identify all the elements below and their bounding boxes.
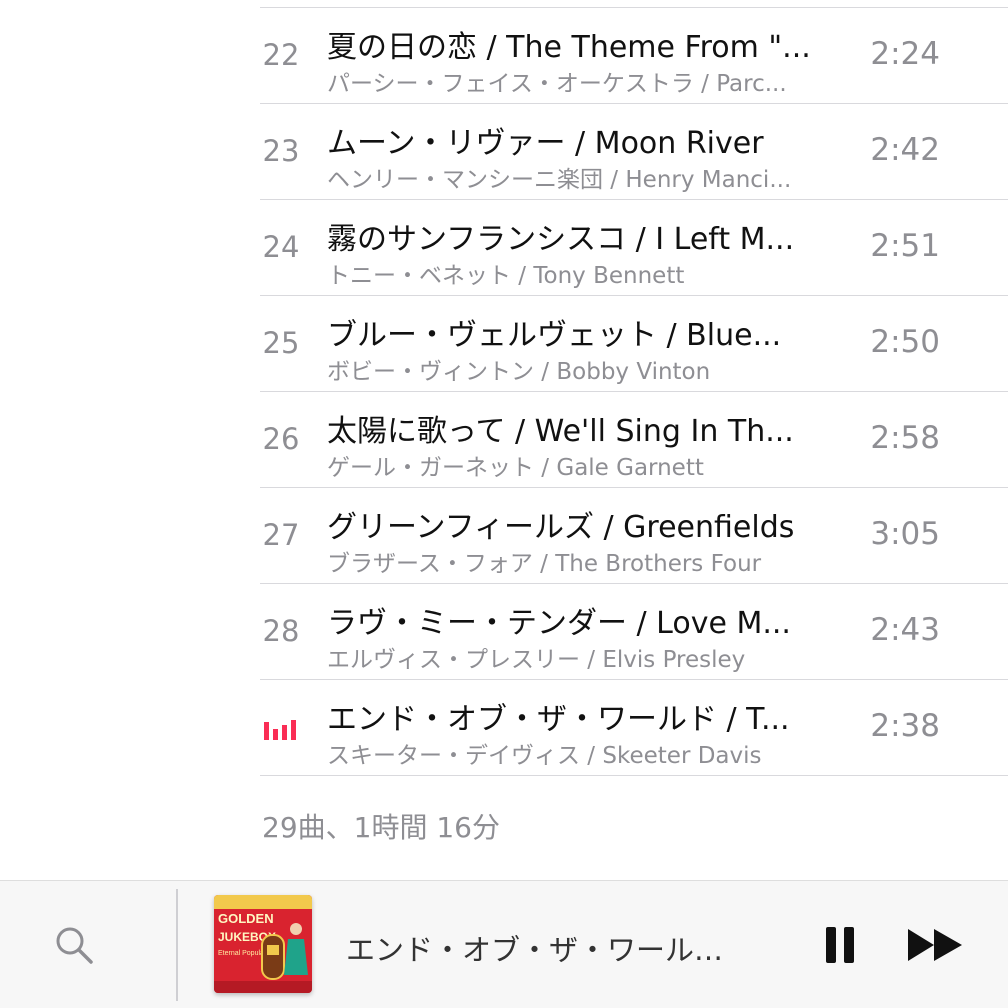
- track-duration: 2:51: [870, 228, 940, 264]
- track-number: 24: [262, 230, 300, 264]
- album-summary: 29曲、1時間 16分: [262, 811, 500, 844]
- now-playing-title[interactable]: エンド・オブ・ザ・ワール…: [346, 927, 766, 969]
- divider: [176, 889, 178, 1001]
- track-row-now-playing[interactable]: エンド・オブ・ザ・ワールド / T... スキーター・デイヴィス / Skeet…: [260, 680, 1008, 776]
- track-title: 霧のサンフランシスコ / I Left M...: [327, 222, 795, 257]
- track-number: 26: [262, 422, 300, 456]
- track-row[interactable]: 28 ラヴ・ミー・テンダー / Love M... エルヴィス・プレスリー / …: [260, 584, 1008, 680]
- track-number: 25: [262, 326, 300, 360]
- track-duration: 2:58: [870, 420, 940, 456]
- track-artist: ボビー・ヴィントン / Bobby Vinton: [327, 359, 711, 385]
- track-title: 太陽に歌って / We'll Sing In Th...: [327, 414, 794, 449]
- track-title: グリーンフィールズ / Greenfields: [327, 510, 795, 545]
- track-row[interactable]: 26 太陽に歌って / We'll Sing In Th... ゲール・ガーネッ…: [260, 392, 1008, 488]
- track-duration: 2:43: [870, 612, 940, 648]
- track-artist: スキーター・デイヴィス / Skeeter Davis: [327, 743, 762, 769]
- track-number: 22: [262, 38, 300, 72]
- track-title: ブルー・ヴェルヴェット / Blue...: [327, 318, 782, 353]
- album-track-list-screen: 22 夏の日の恋 / The Theme From "... パーシー・フェイス…: [0, 0, 1008, 1008]
- search-icon[interactable]: [54, 925, 94, 965]
- track-duration: 2:50: [870, 324, 940, 360]
- track-row[interactable]: 27 グリーンフィールズ / Greenfields ブラザース・フォア / T…: [260, 488, 1008, 584]
- track-row[interactable]: 23 ムーン・リヴァー / Moon River ヘンリー・マンシーニ楽団 / …: [260, 104, 1008, 200]
- mini-player[interactable]: GOLDEN JUKEBOX Eternal Popular Hits エンド・…: [0, 880, 1008, 1008]
- pause-button[interactable]: [820, 925, 860, 965]
- equalizer-icon: [264, 720, 298, 740]
- track-duration: 2:38: [870, 708, 940, 744]
- track-duration: 3:05: [870, 516, 940, 552]
- track-number: 28: [262, 614, 300, 648]
- next-button[interactable]: [906, 927, 966, 963]
- track-title: 夏の日の恋 / The Theme From "...: [327, 30, 811, 65]
- track-artist: パーシー・フェイス・オーケストラ / Parc...: [327, 71, 787, 97]
- fast-forward-icon: [908, 929, 962, 961]
- album-art-text: GOLDEN: [218, 911, 274, 926]
- track-list: 22 夏の日の恋 / The Theme From "... パーシー・フェイス…: [0, 8, 1008, 776]
- track-duration: 2:42: [870, 132, 940, 168]
- track-artist: ヘンリー・マンシーニ楽団 / Henry Manci...: [327, 167, 792, 193]
- track-title: ムーン・リヴァー / Moon River: [327, 126, 764, 161]
- track-row[interactable]: 25 ブルー・ヴェルヴェット / Blue... ボビー・ヴィントン / Bob…: [260, 296, 1008, 392]
- pause-icon: [826, 927, 854, 963]
- track-artist: トニー・ベネット / Tony Bennett: [327, 263, 685, 289]
- track-title: エンド・オブ・ザ・ワールド / T...: [327, 702, 790, 737]
- track-artist: ゲール・ガーネット / Gale Garnett: [327, 455, 704, 481]
- track-title: ラヴ・ミー・テンダー / Love M...: [327, 606, 791, 641]
- track-artist: エルヴィス・プレスリー / Elvis Presley: [327, 647, 746, 673]
- track-row[interactable]: 24 霧のサンフランシスコ / I Left M... トニー・ベネット / T…: [260, 200, 1008, 296]
- track-row[interactable]: 22 夏の日の恋 / The Theme From "... パーシー・フェイス…: [260, 8, 1008, 104]
- track-duration: 2:24: [870, 36, 940, 72]
- track-number: 23: [262, 134, 300, 168]
- track-artist: ブラザース・フォア / The Brothers Four: [327, 551, 762, 577]
- album-art[interactable]: GOLDEN JUKEBOX Eternal Popular Hits: [214, 895, 312, 993]
- track-number: 27: [262, 518, 300, 552]
